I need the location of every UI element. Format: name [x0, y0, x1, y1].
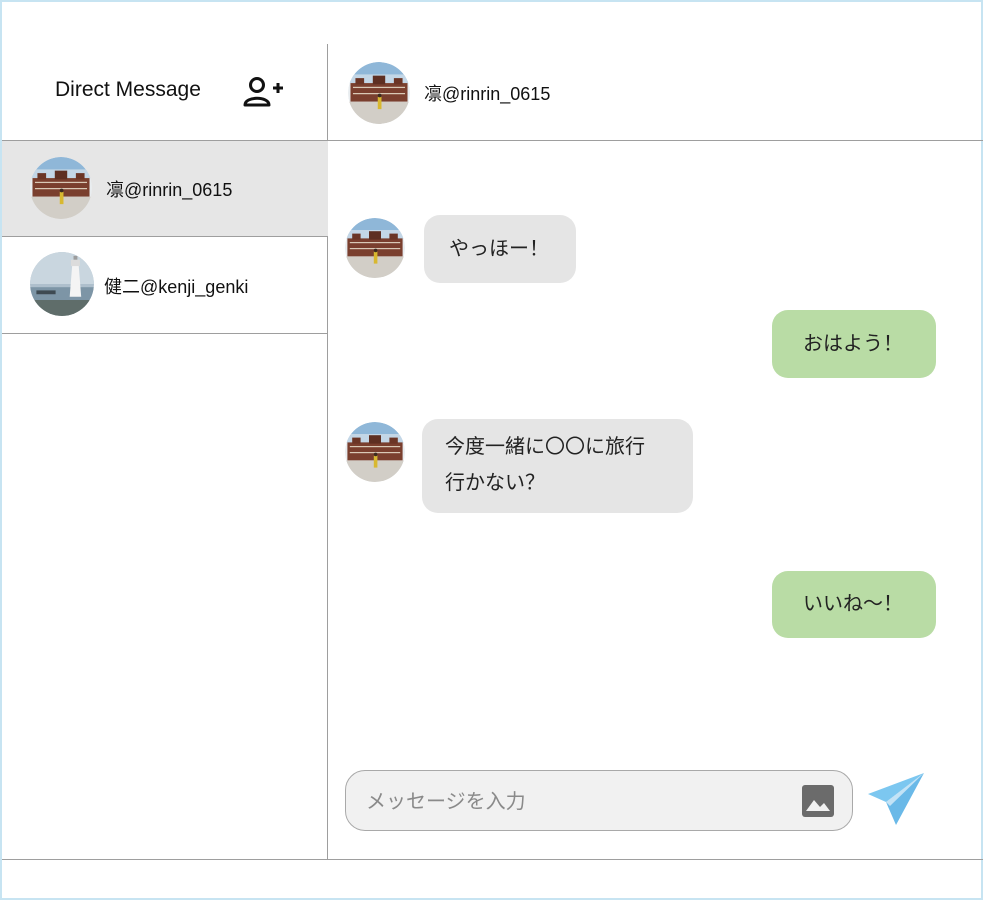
conversation-name: 健二@kenji_genki	[104, 277, 249, 297]
message-avatar	[345, 422, 405, 482]
avatar	[30, 252, 94, 316]
conversation-name: 凛@rinrin_0615	[106, 180, 233, 200]
message-avatar	[345, 218, 405, 278]
contact-avatar[interactable]	[348, 62, 410, 124]
sidebar: Direct Message 凛@rinrin_0615 健二@kenji_ge…	[2, 44, 328, 860]
attach-image-button[interactable]	[801, 784, 835, 818]
message-text: おはよう！	[803, 331, 903, 355]
user-plus-icon	[243, 77, 283, 107]
message-bubble-incoming: 今度一緒に〇〇に旅行 行かない？	[422, 419, 693, 513]
image-icon	[802, 785, 834, 817]
sidebar-title: Direct Message	[55, 78, 201, 101]
conversation-item-rinrin[interactable]: 凛@rinrin_0615	[2, 141, 328, 237]
message-bubble-incoming: やっほー！	[424, 215, 576, 283]
sidebar-header: Direct Message	[2, 44, 328, 141]
add-user-button[interactable]	[242, 74, 284, 110]
message-composer	[345, 770, 853, 831]
avatar	[30, 157, 92, 219]
contact-name: 凛@rinrin_0615	[424, 84, 551, 104]
app-window: Direct Message 凛@rinrin_0615 健二@kenji_ge…	[0, 0, 983, 900]
send-button[interactable]	[866, 771, 926, 827]
send-icon	[868, 773, 924, 825]
conversation-item-kenji[interactable]: 健二@kenji_genki	[2, 238, 328, 334]
message-text-line: 今度一緒に〇〇に旅行	[445, 434, 645, 458]
bottom-divider	[2, 859, 983, 860]
message-text-line: 行かない？	[445, 470, 545, 494]
message-text: やっほー！	[449, 236, 549, 260]
message-bubble-outgoing: おはよう！	[772, 310, 936, 378]
message-input[interactable]	[366, 779, 786, 823]
chat-header: 凛@rinrin_0615	[328, 44, 983, 141]
message-bubble-outgoing: いいね〜！	[772, 571, 936, 638]
message-text: いいね〜！	[803, 591, 903, 615]
